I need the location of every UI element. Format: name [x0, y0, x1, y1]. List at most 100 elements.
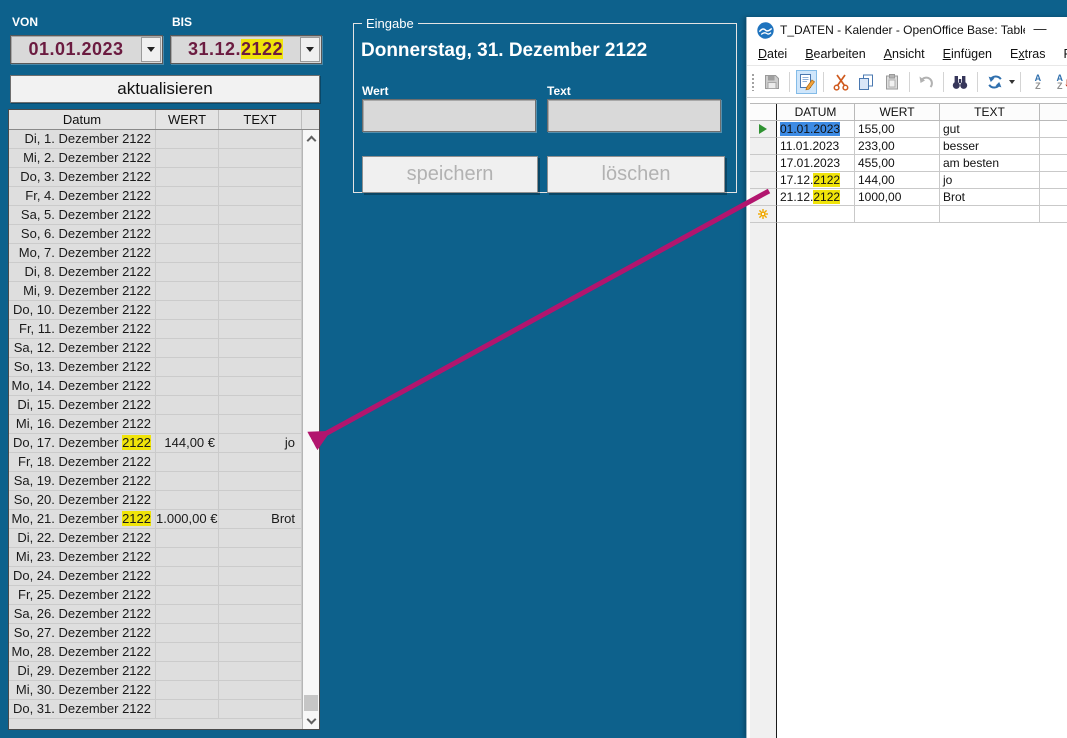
- calendar-row[interactable]: Sa, 19. Dezember 2122: [9, 472, 302, 491]
- calendar-row[interactable]: Mo, 14. Dezember 2122: [9, 377, 302, 396]
- von-date-combobox[interactable]: 01.01.2023: [10, 35, 163, 64]
- aktualisieren-button[interactable]: aktualisieren: [10, 75, 320, 103]
- calendar-row[interactable]: Mi, 23. Dezember 2122: [9, 548, 302, 567]
- menu-item-ansicht[interactable]: Ansicht: [875, 45, 934, 63]
- datum-cell[interactable]: [777, 206, 855, 223]
- wert-cell[interactable]: [855, 206, 940, 223]
- data-table-row[interactable]: 21.12.21221000,00Brot: [750, 189, 1067, 206]
- titlebar[interactable]: T_DATEN - Kalender - OpenOffice Base: Ta…: [747, 17, 1067, 43]
- text-cell: [219, 624, 302, 642]
- copy-button[interactable]: [856, 70, 877, 94]
- calendar-row[interactable]: Sa, 5. Dezember 2122: [9, 206, 302, 225]
- calendar-row[interactable]: Do, 24. Dezember 2122: [9, 567, 302, 586]
- calendar-row[interactable]: Fr, 25. Dezember 2122: [9, 586, 302, 605]
- von-dropdown-button[interactable]: [141, 37, 161, 62]
- data-table-row[interactable]: 17.12.2122144,00jo: [750, 172, 1067, 189]
- toolbar-grip[interactable]: [751, 73, 755, 91]
- calendar-row[interactable]: Mi, 30. Dezember 2122: [9, 681, 302, 700]
- text-cell[interactable]: [940, 206, 1040, 223]
- undo-button[interactable]: [915, 70, 936, 94]
- loeschen-button[interactable]: löschen: [547, 156, 725, 193]
- calendar-row[interactable]: Sa, 12. Dezember 2122: [9, 339, 302, 358]
- menu-item-extras[interactable]: Extras: [1001, 45, 1054, 63]
- datum-cell[interactable]: 17.12.2122: [777, 172, 855, 189]
- menu-item-datei[interactable]: Datei: [749, 45, 796, 63]
- wert-cell: [156, 662, 219, 680]
- calendar-row[interactable]: Di, 1. Dezember 2122: [9, 130, 302, 149]
- datum-cell[interactable]: 17.01.2023: [777, 155, 855, 172]
- paste-button[interactable]: [881, 70, 902, 94]
- calendar-row[interactable]: Do, 31. Dezember 2122: [9, 700, 302, 719]
- scrollbar-thumb[interactable]: [304, 695, 318, 711]
- row-header-cell[interactable]: [750, 138, 777, 155]
- wert-cell[interactable]: 144,00: [855, 172, 940, 189]
- calendar-row[interactable]: So, 6. Dezember 2122: [9, 225, 302, 244]
- column-header-datum[interactable]: DATUM: [777, 104, 855, 120]
- calendar-row[interactable]: Mo, 21. Dezember 21221.000,00 €Brot: [9, 510, 302, 529]
- wert-cell[interactable]: 455,00: [855, 155, 940, 172]
- bis-date-combobox[interactable]: 31.12.2122: [170, 35, 322, 64]
- row-header-cell[interactable]: [750, 172, 777, 189]
- refresh-dropdown-button[interactable]: [1007, 70, 1016, 94]
- calendar-row[interactable]: Di, 8. Dezember 2122: [9, 263, 302, 282]
- wert-cell[interactable]: 233,00: [855, 138, 940, 155]
- wert-input[interactable]: [362, 99, 536, 132]
- text-cell[interactable]: Brot: [940, 189, 1040, 206]
- minimize-button[interactable]: —: [1029, 19, 1051, 39]
- calendar-row[interactable]: So, 27. Dezember 2122: [9, 624, 302, 643]
- bis-dropdown-button[interactable]: [300, 37, 320, 62]
- calendar-row[interactable]: So, 13. Dezember 2122: [9, 358, 302, 377]
- calendar-row[interactable]: Di, 22. Dezember 2122: [9, 529, 302, 548]
- speichern-button[interactable]: speichern: [362, 156, 538, 193]
- column-header-wert[interactable]: WERT: [855, 104, 940, 120]
- data-table-row[interactable]: 01.01.2023155,00gut: [750, 121, 1067, 138]
- calendar-row[interactable]: Mi, 2. Dezember 2122: [9, 149, 302, 168]
- data-table-row[interactable]: [750, 206, 1067, 223]
- cut-button[interactable]: [830, 70, 851, 94]
- calendar-row[interactable]: Fr, 4. Dezember 2122: [9, 187, 302, 206]
- calendar-row[interactable]: Do, 17. Dezember 2122144,00 €jo: [9, 434, 302, 453]
- menu-item-bearbeiten[interactable]: Bearbeiten: [796, 45, 874, 63]
- row-header-cell[interactable]: [750, 206, 777, 223]
- calendar-row[interactable]: Mi, 9. Dezember 2122: [9, 282, 302, 301]
- datum-cell[interactable]: 11.01.2023: [777, 138, 855, 155]
- calendar-row[interactable]: Fr, 11. Dezember 2122: [9, 320, 302, 339]
- refresh-button[interactable]: [984, 70, 1005, 94]
- wert-cell[interactable]: 155,00: [855, 121, 940, 138]
- calendar-row[interactable]: Do, 10. Dezember 2122: [9, 301, 302, 320]
- sort-ascending-button[interactable]: AZ: [1027, 70, 1048, 94]
- calendar-row[interactable]: Di, 15. Dezember 2122: [9, 396, 302, 415]
- find-record-button[interactable]: [950, 70, 971, 94]
- row-header-cell[interactable]: [750, 155, 777, 172]
- calendar-scrollbar[interactable]: [302, 130, 319, 729]
- calendar-row[interactable]: Di, 29. Dezember 2122: [9, 662, 302, 681]
- scroll-down-button[interactable]: [303, 713, 319, 729]
- edit-data-button[interactable]: [796, 70, 818, 94]
- save-button[interactable]: [762, 70, 783, 94]
- datum-cell[interactable]: 01.01.2023: [777, 121, 855, 138]
- calendar-row[interactable]: Fr, 18. Dezember 2122: [9, 453, 302, 472]
- calendar-row[interactable]: Do, 3. Dezember 2122: [9, 168, 302, 187]
- text-cell[interactable]: besser: [940, 138, 1040, 155]
- calendar-row[interactable]: Mo, 28. Dezember 2122: [9, 643, 302, 662]
- text-cell[interactable]: jo: [940, 172, 1040, 189]
- text-cell[interactable]: gut: [940, 121, 1040, 138]
- text-input[interactable]: [547, 99, 721, 132]
- wert-cell[interactable]: 1000,00: [855, 189, 940, 206]
- sort-descending-button[interactable]: AZ ↓: [1053, 70, 1067, 94]
- data-table-row[interactable]: 11.01.2023233,00besser: [750, 138, 1067, 155]
- calendar-row[interactable]: Sa, 26. Dezember 2122: [9, 605, 302, 624]
- calendar-row[interactable]: Mi, 16. Dezember 2122: [9, 415, 302, 434]
- row-header-cell[interactable]: [750, 189, 777, 206]
- menu-item-einfügen[interactable]: Einfügen: [934, 45, 1001, 63]
- calendar-row[interactable]: Mo, 7. Dezember 2122: [9, 244, 302, 263]
- calendar-row[interactable]: So, 20. Dezember 2122: [9, 491, 302, 510]
- scroll-up-button[interactable]: [303, 130, 319, 146]
- datum-cell[interactable]: 21.12.2122: [777, 189, 855, 206]
- text-cell[interactable]: am besten: [940, 155, 1040, 172]
- row-header-cell[interactable]: [750, 121, 777, 138]
- menu-item-fenster[interactable]: Fenster: [1054, 45, 1067, 63]
- wert-cell: [156, 377, 219, 395]
- column-header-text[interactable]: TEXT: [940, 104, 1040, 120]
- data-table-row[interactable]: 17.01.2023455,00am besten: [750, 155, 1067, 172]
